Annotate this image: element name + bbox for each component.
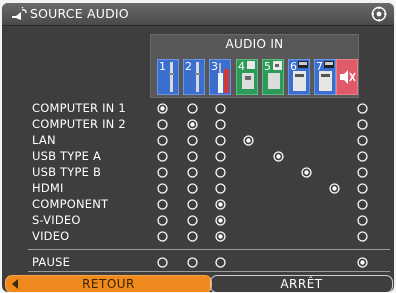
radio-option[interactable] (186, 103, 198, 114)
radio-selected[interactable] (272, 151, 284, 162)
radio-option[interactable] (356, 103, 368, 114)
radio-option[interactable] (214, 257, 226, 268)
divider (28, 249, 390, 250)
radio-option[interactable] (356, 231, 368, 242)
radio-option[interactable] (214, 167, 226, 178)
row-label-pause: PAUSE (32, 255, 71, 269)
row-label-video: VIDEO (32, 229, 70, 243)
radio-option[interactable] (214, 135, 226, 146)
row-label-computer-in-2: COMPUTER IN 2 (32, 117, 126, 131)
radio-option[interactable] (356, 135, 368, 146)
row-label-usb-type-b: USB TYPE B (32, 165, 102, 179)
row-label-s-video: S-VIDEO (32, 213, 81, 227)
radio-selected[interactable] (328, 183, 340, 194)
hdmi-icon: 7 (314, 59, 336, 95)
stop-button[interactable]: ARRÊT (210, 275, 393, 292)
radio-option[interactable] (186, 257, 198, 268)
radio-option[interactable] (156, 119, 168, 130)
radio-option[interactable] (214, 119, 226, 130)
radio-option[interactable] (186, 167, 198, 178)
audio-jack-icon: 1 (157, 59, 179, 95)
hdmi-icon: 6 (288, 59, 310, 95)
radio-option[interactable] (156, 231, 168, 242)
usb-a-icon: 4 (236, 59, 258, 95)
svg-text:4: 4 (238, 60, 245, 73)
radio-option[interactable] (356, 167, 368, 178)
radio-option[interactable] (356, 151, 368, 162)
radio-selected[interactable] (186, 119, 198, 130)
audio-in-header: AUDIO IN 1 2 3 4 5 6 7 (150, 34, 359, 98)
row-label-component: COMPONENT (32, 197, 109, 211)
row-label-hdmi: HDMI (32, 181, 64, 195)
stop-button-label: ARRÊT (280, 277, 323, 291)
radio-option[interactable] (214, 151, 226, 162)
row-label-lan: LAN (32, 133, 56, 147)
rca-plug-icon: 3 (209, 59, 231, 95)
svg-text:5: 5 (264, 60, 271, 73)
audio-in-label: AUDIO IN (225, 37, 284, 51)
radio-option[interactable] (186, 151, 198, 162)
back-button[interactable]: RETOUR (5, 275, 212, 292)
radio-selected[interactable] (300, 167, 312, 178)
radio-option[interactable] (156, 215, 168, 226)
radio-selected[interactable] (156, 103, 168, 114)
settings-icon[interactable] (371, 6, 387, 22)
title-bar: SOURCE AUDIO (2, 3, 394, 26)
svg-text:3: 3 (211, 60, 218, 73)
radio-option[interactable] (356, 183, 368, 194)
radio-option[interactable] (156, 135, 168, 146)
back-button-label: RETOUR (82, 277, 135, 291)
usb-b-icon: 5 (262, 59, 284, 95)
radio-option[interactable] (186, 231, 198, 242)
radio-option[interactable] (214, 183, 226, 194)
radio-option[interactable] (156, 167, 168, 178)
window-title: SOURCE AUDIO (30, 6, 129, 21)
speaker-icon (12, 7, 27, 20)
divider (28, 271, 390, 272)
radio-option[interactable] (356, 215, 368, 226)
row-label-computer-in-1: COMPUTER IN 1 (32, 101, 126, 115)
radio-option[interactable] (156, 199, 168, 210)
radio-selected[interactable] (214, 215, 226, 226)
radio-option[interactable] (156, 257, 168, 268)
radio-selected[interactable] (242, 135, 254, 146)
radio-option[interactable] (356, 119, 368, 130)
radio-option[interactable] (156, 183, 168, 194)
radio-selected[interactable] (214, 231, 226, 242)
radio-option[interactable] (186, 135, 198, 146)
row-label-usb-type-a: USB TYPE A (32, 149, 102, 163)
radio-selected[interactable] (356, 257, 368, 268)
mute-icon (336, 59, 358, 95)
radio-option[interactable] (186, 183, 198, 194)
radio-option[interactable] (214, 103, 226, 114)
svg-text:1: 1 (159, 60, 166, 73)
svg-text:2: 2 (185, 60, 192, 73)
radio-option[interactable] (186, 215, 198, 226)
radio-option[interactable] (356, 199, 368, 210)
audio-jack-icon: 2 (183, 59, 205, 95)
radio-selected[interactable] (214, 199, 226, 210)
audio-source-panel: SOURCE AUDIO AUDIO IN 1 2 3 4 5 6 7 COMP… (2, 3, 394, 292)
radio-option[interactable] (186, 199, 198, 210)
radio-option[interactable] (156, 151, 168, 162)
